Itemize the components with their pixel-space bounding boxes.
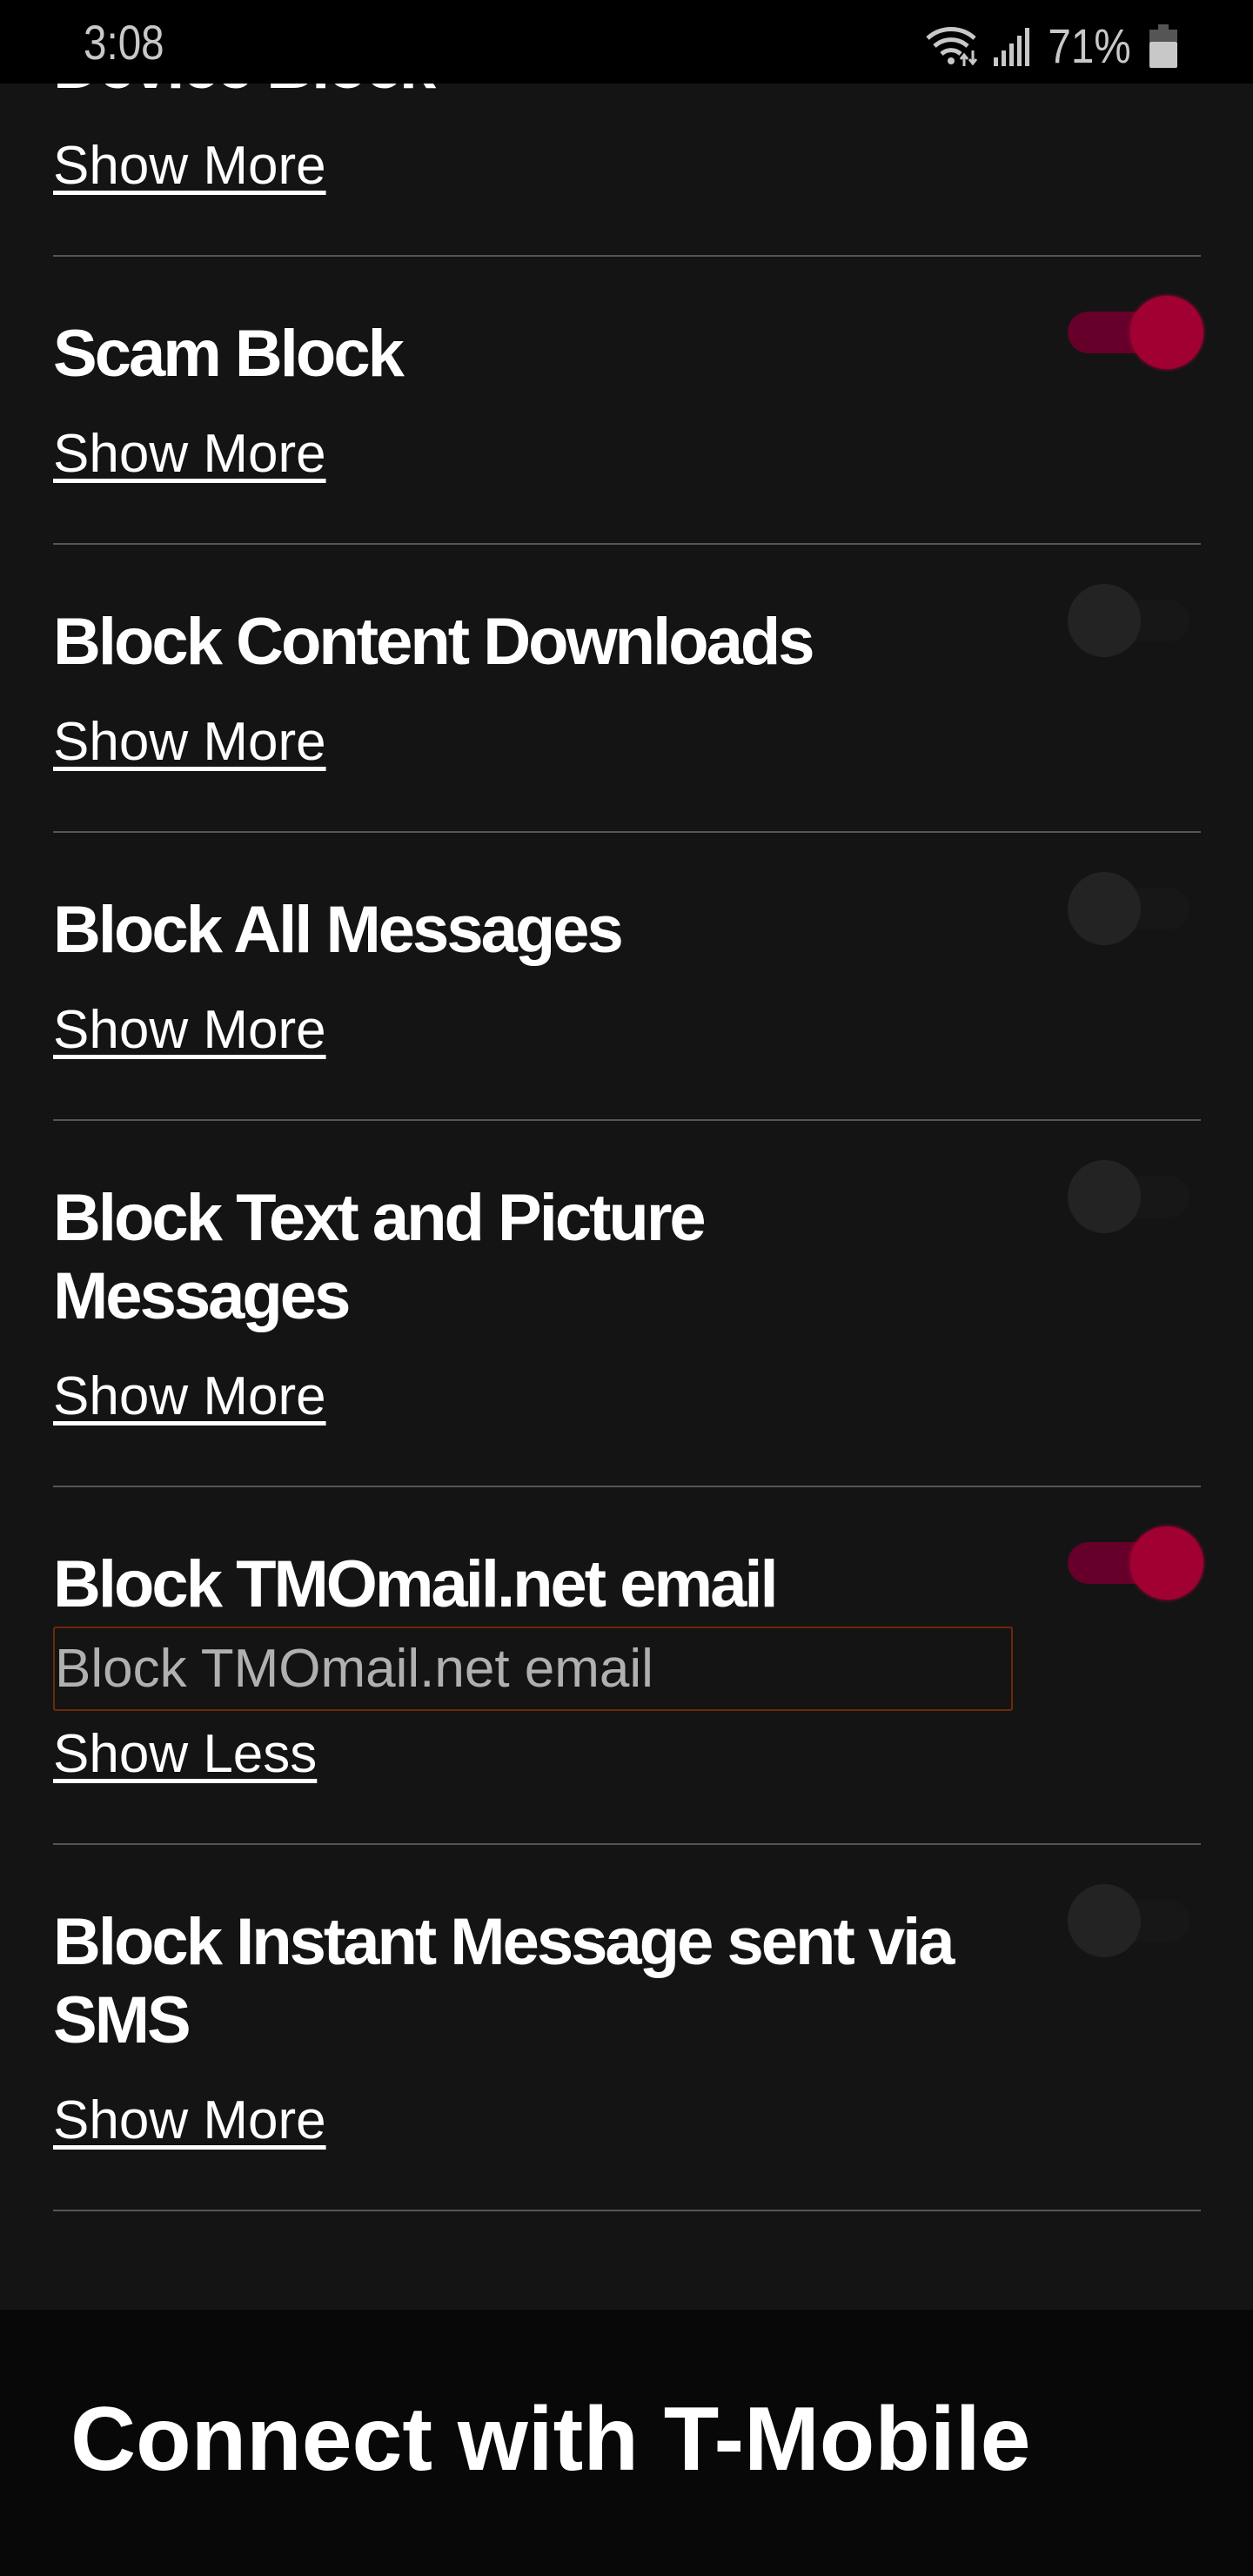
show-more-link[interactable]: Show More [53,996,326,1065]
setting-item-block-all-messages: Block All Messages Show More [53,833,1201,1121]
setting-title: Block Text and Picture Messages [53,1181,707,1333]
setting-description: Block TMOmail.net email [53,1627,1013,1711]
blocking-settings-list: Device Block Show More Scam Block Show M… [53,0,1203,2211]
block-text-picture-toggle[interactable] [1068,1160,1203,1233]
footer: Connect with T-Mobile [0,2310,1253,2576]
setting-title: Block Content Downloads [53,605,815,679]
block-instant-message-toggle[interactable] [1068,1884,1203,1957]
battery-percent: 71% [1048,18,1131,73]
show-less-link[interactable]: Show Less [53,1720,317,1789]
show-more-link[interactable]: Show More [53,131,326,201]
setting-item-block-text-picture: Block Text and Picture Messages Show Mor… [53,1121,1201,1487]
setting-item-scam-block: Scam Block Show More [53,257,1203,545]
block-content-downloads-toggle[interactable] [1068,584,1203,657]
setting-item-block-instant-message: Block Instant Message sent via SMS Show … [53,1845,1201,2211]
show-more-link[interactable]: Show More [53,419,326,489]
show-more-link[interactable]: Show More [53,1362,326,1432]
status-time: 3:08 [84,15,164,70]
block-tmomail-toggle[interactable] [1068,1526,1203,1600]
wifi-icon [926,26,978,66]
signal-icon [993,27,1029,66]
show-more-link[interactable]: Show More [53,708,326,777]
setting-title: Scam Block [53,317,405,391]
setting-title: Block All Messages [53,893,624,967]
footer-title: Connect with T-Mobile [70,2389,1031,2490]
show-more-link[interactable]: Show More [53,2086,326,2156]
setting-item-block-content-downloads: Block Content Downloads Show More [53,545,1201,833]
scam-block-toggle[interactable] [1068,296,1203,369]
block-all-messages-toggle[interactable] [1068,872,1203,945]
setting-title: Block Instant Message sent via SMS [53,1905,955,2057]
setting-title: Block TMOmail.net email [53,1547,779,1621]
battery-icon [1149,23,1177,68]
status-bar: 3:08 71% [0,0,1253,84]
setting-item-block-tmomail: Block TMOmail.net email Block TMOmail.ne… [53,1487,1203,1845]
